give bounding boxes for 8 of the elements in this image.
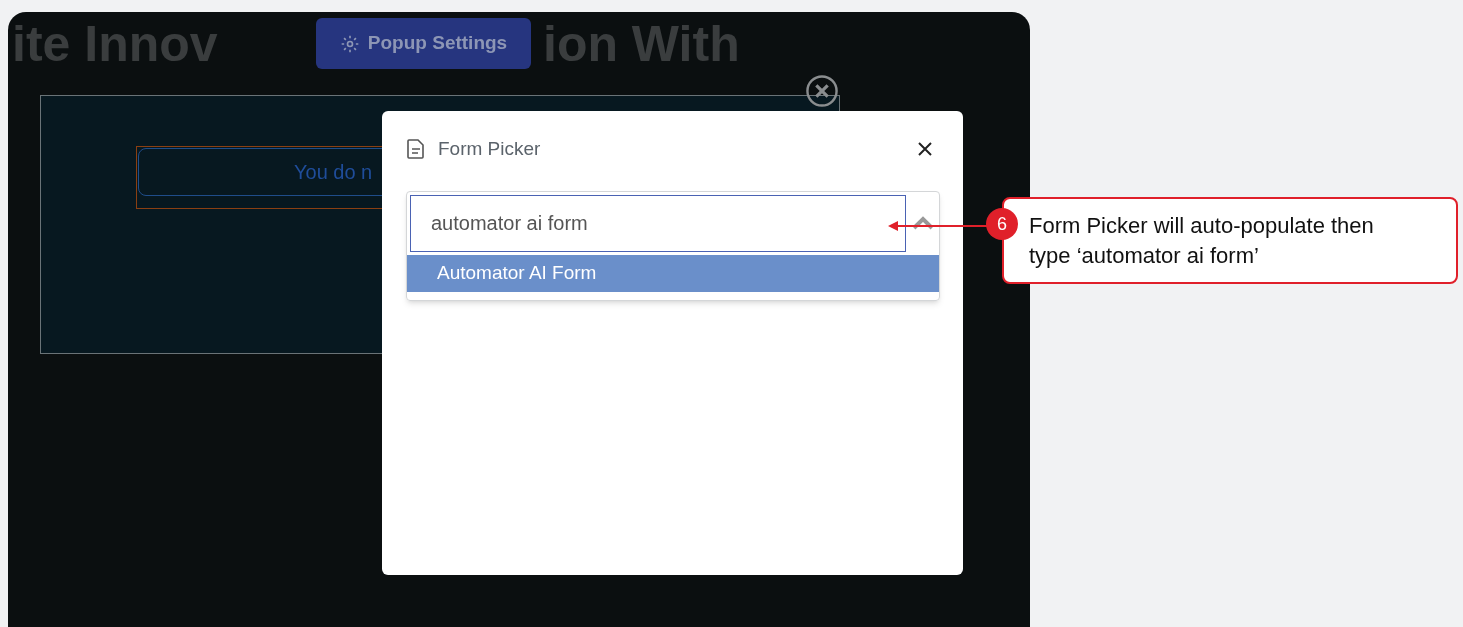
document-icon [406,138,426,161]
close-icon [917,141,933,158]
close-circle-icon [805,74,839,108]
settings-icon [339,33,360,54]
dropdown-option[interactable]: Automator AI Form [407,254,939,292]
callout-text: Form Picker will auto-populate then type ‘automator ai form’ [1029,211,1375,270]
search-field[interactable]: automator ai form [410,194,906,252]
popup-settings-button[interactable]: Popup Settings [316,18,531,69]
